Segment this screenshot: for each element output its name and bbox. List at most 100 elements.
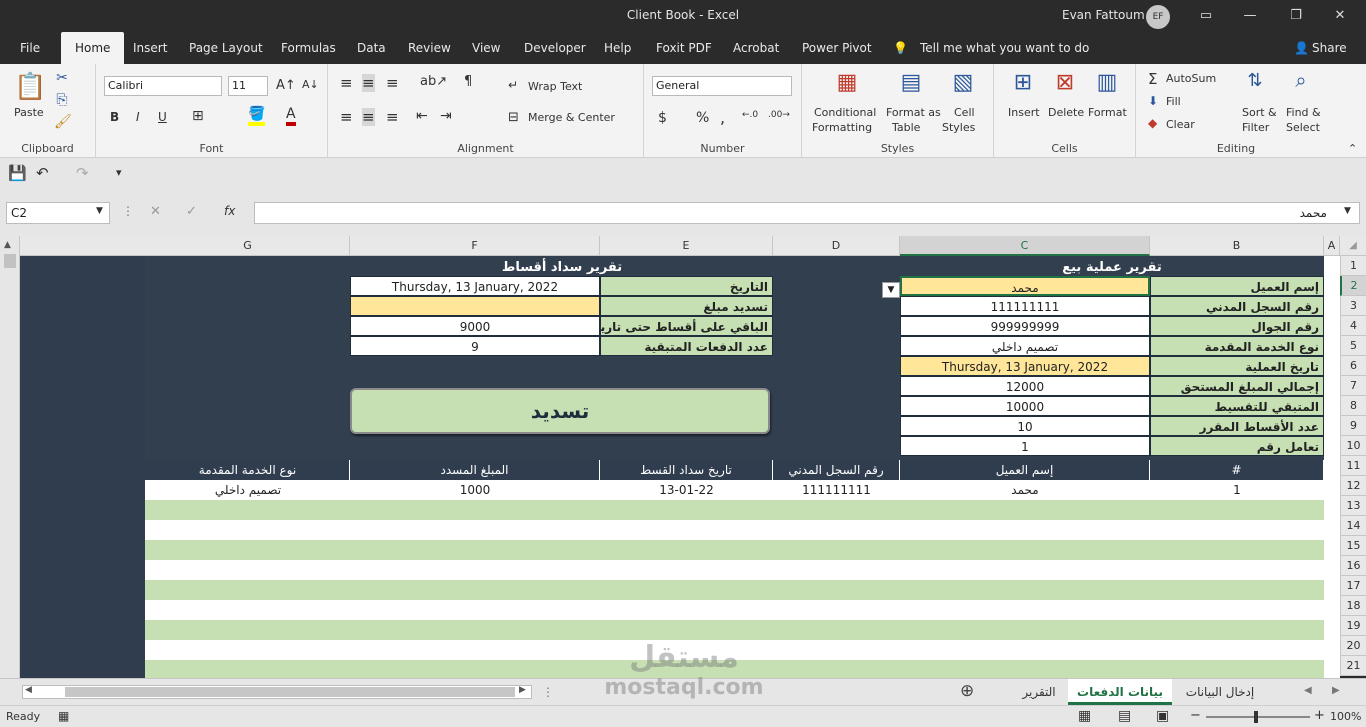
column-header-c[interactable]: C	[900, 236, 1150, 256]
column-header-a[interactable]: A	[1324, 236, 1340, 256]
sheet-tab-payments[interactable]: بيانات الدفعات	[1068, 679, 1172, 705]
tab-page-layout[interactable]: Page Layout	[189, 32, 263, 64]
row-header[interactable]: 7	[1340, 376, 1366, 396]
row-header[interactable]: 6	[1340, 356, 1366, 376]
row-header[interactable]: 18	[1340, 596, 1366, 616]
column-header-b[interactable]: B	[1150, 236, 1324, 256]
sheet-tab-data-entry[interactable]: إدخال البيانات	[1172, 679, 1268, 705]
comma-button[interactable]: ,	[720, 108, 725, 127]
tab-insert[interactable]: Insert	[133, 32, 167, 64]
undo-icon[interactable]: ↶	[36, 164, 49, 182]
new-sheet-icon[interactable]: ⊕	[960, 681, 974, 701]
bold-button[interactable]: B	[110, 110, 119, 124]
paste-button[interactable]: Paste	[14, 106, 44, 119]
tab-file[interactable]: File	[20, 32, 40, 64]
conditional-formatting-icon[interactable]: ▦	[832, 70, 862, 95]
bottom-align-icon[interactable]: ≡	[386, 74, 399, 92]
borders-icon[interactable]: ⊞	[192, 108, 204, 124]
format-as-table-line2[interactable]: Table	[892, 121, 920, 134]
sale-field-value[interactable]: 111111111	[900, 296, 1150, 316]
tab-review[interactable]: Review	[408, 32, 451, 64]
installment-field-value[interactable]: Thursday, 13 January, 2022	[350, 276, 600, 296]
sale-field-value[interactable]: محمد	[900, 276, 1150, 296]
row-header[interactable]: 21	[1340, 656, 1366, 676]
scroll-thumb[interactable]	[4, 254, 16, 268]
italic-button[interactable]: I	[136, 110, 140, 124]
tab-developer[interactable]: Developer	[524, 32, 586, 64]
page-layout-view-icon[interactable]: ▤	[1118, 708, 1131, 724]
sale-field-value[interactable]: Thursday, 13 January, 2022	[900, 356, 1150, 376]
cell-styles-line2[interactable]: Styles	[942, 121, 975, 134]
next-sheet-icon[interactable]: ▶	[1332, 685, 1340, 696]
avatar[interactable]: EF	[1146, 5, 1170, 29]
column-header-e[interactable]: E	[600, 236, 773, 256]
confirm-entry-icon[interactable]: ✓	[186, 204, 197, 219]
installment-field-value[interactable]: 9	[350, 336, 600, 356]
hscroll-thumb[interactable]	[65, 687, 515, 697]
sale-field-value[interactable]: تصميم داخلي	[900, 336, 1150, 356]
percent-button[interactable]: %	[696, 110, 709, 126]
formula-input[interactable]: محمد	[254, 202, 1360, 224]
fill-button[interactable]: Fill	[1166, 95, 1181, 108]
sort-filter-icon[interactable]: ⇅	[1240, 70, 1270, 91]
cancel-entry-icon[interactable]: ✕	[150, 204, 161, 219]
middle-align-icon[interactable]: ≡	[362, 74, 375, 92]
currency-button[interactable]: $	[658, 110, 667, 126]
tab-acrobat[interactable]: Acrobat	[733, 32, 779, 64]
orientation-icon[interactable]: ab↗	[420, 74, 447, 89]
row-header[interactable]: 19	[1340, 616, 1366, 636]
table-column-header[interactable]: إسم العميل	[900, 460, 1150, 480]
tab-formulas[interactable]: Formulas	[281, 32, 336, 64]
insert-cells-button[interactable]: Insert	[1008, 106, 1040, 119]
share-icon[interactable]: 👤	[1294, 32, 1309, 64]
scroll-up-icon[interactable]: ▲	[4, 240, 16, 252]
format-as-table-line1[interactable]: Format as	[886, 106, 941, 119]
page-break-view-icon[interactable]: ▣	[1156, 708, 1169, 724]
insert-function-button[interactable]: fx	[224, 204, 235, 218]
table-column-header[interactable]: رقم السجل المدني	[773, 460, 900, 480]
row-header[interactable]: 20	[1340, 636, 1366, 656]
sort-filter-line2[interactable]: Filter	[1242, 121, 1269, 134]
find-select-icon[interactable]: ⌕	[1286, 68, 1316, 92]
tab-split-handle[interactable]: ⋮	[542, 685, 554, 699]
sale-field-value[interactable]: 12000	[900, 376, 1150, 396]
font-name-select[interactable]: Calibri	[104, 76, 222, 96]
name-box-dropdown-icon[interactable]: ▼	[96, 206, 103, 216]
conditional-formatting-line1[interactable]: Conditional	[814, 106, 876, 119]
row-header[interactable]: 12	[1340, 476, 1366, 496]
row-header[interactable]: 13	[1340, 496, 1366, 516]
conditional-formatting-line2[interactable]: Formatting	[812, 121, 872, 134]
table-column-header[interactable]: نوع الخدمة المقدمة	[146, 460, 350, 480]
sheet-tab-report[interactable]: التقرير	[1010, 679, 1068, 705]
zoom-slider-thumb[interactable]	[1254, 711, 1258, 723]
find-select-line2[interactable]: Select	[1286, 121, 1320, 134]
zoom-out-icon[interactable]: −	[1190, 708, 1201, 723]
find-select-line1[interactable]: Find &	[1286, 106, 1321, 119]
installment-field-value[interactable]: 9000	[350, 316, 600, 336]
copy-icon[interactable]: ⎘	[54, 92, 70, 108]
column-header-f[interactable]: F	[350, 236, 600, 256]
row-header[interactable]: 1	[1340, 256, 1366, 276]
rtl-icon[interactable]: ¶	[464, 74, 472, 89]
sale-field-value[interactable]: 10	[900, 416, 1150, 436]
row-header[interactable]: 14	[1340, 516, 1366, 536]
prev-sheet-icon[interactable]: ◀	[1304, 685, 1312, 696]
tab-view[interactable]: View	[472, 32, 500, 64]
pay-button[interactable]: تسديد	[350, 388, 770, 434]
sale-field-value[interactable]: 10000	[900, 396, 1150, 416]
sale-field-value[interactable]: 1	[900, 436, 1150, 456]
row-header[interactable]: 5	[1340, 336, 1366, 356]
table-column-header[interactable]: المبلغ المسدد	[350, 460, 600, 480]
insert-cells-icon[interactable]: ⊞	[1008, 70, 1038, 95]
vertical-scrollbar[interactable]: ▲	[0, 236, 20, 678]
row-header[interactable]: 15	[1340, 536, 1366, 556]
row-header[interactable]: 10	[1340, 436, 1366, 456]
grow-font-icon[interactable]: A↑	[276, 78, 296, 93]
save-icon[interactable]: 💾	[8, 164, 27, 182]
table-cell[interactable]: 13-01-22	[600, 480, 773, 500]
zoom-in-icon[interactable]: +	[1314, 708, 1325, 723]
top-align-icon[interactable]: ≡	[340, 74, 353, 92]
redo-icon[interactable]: ↷	[76, 164, 89, 182]
tell-me-search[interactable]: Tell me what you want to do	[920, 32, 1089, 64]
column-header-g[interactable]: G	[146, 236, 350, 256]
